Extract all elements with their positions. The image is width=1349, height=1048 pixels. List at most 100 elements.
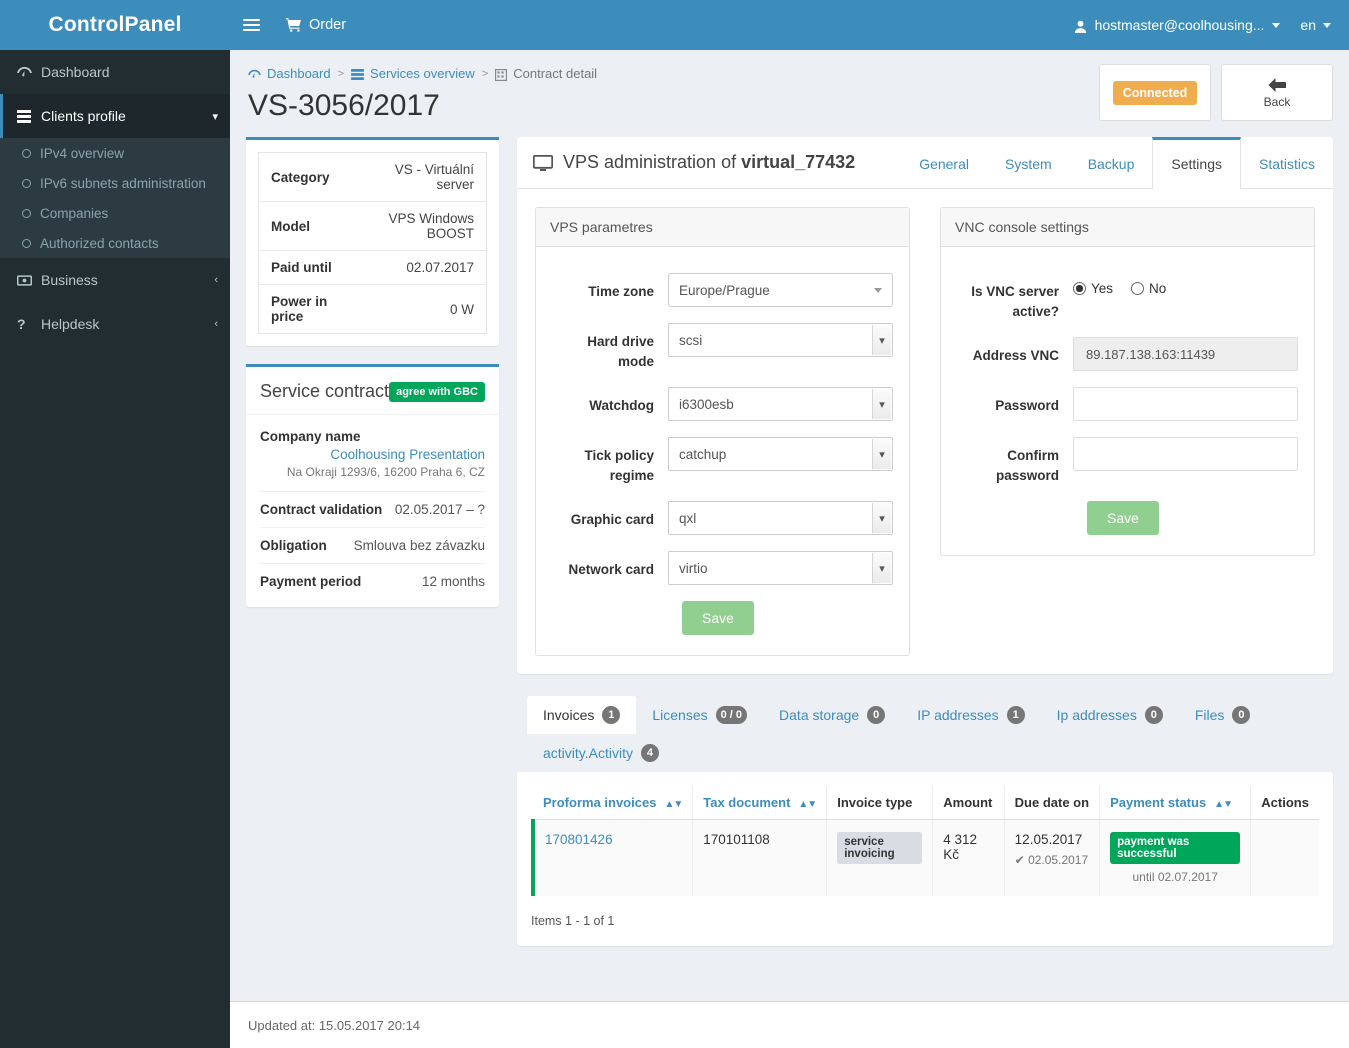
sort-icon: ▲▼	[664, 799, 683, 811]
sidebar-item-ipv6-subnets[interactable]: IPv6 subnets administration	[0, 168, 230, 198]
company-name-link[interactable]: Coolhousing Presentation	[260, 447, 485, 462]
password-input[interactable]	[1073, 387, 1298, 422]
table-header-row: Proforma invoices ▲▼ Tax document ▲▼ Invoi…	[533, 786, 1319, 821]
sidebar-subitem-label: Companies	[40, 205, 109, 221]
tab-settings[interactable]: Settings	[1152, 137, 1241, 189]
sidebar-item-companies[interactable]: Companies	[0, 198, 230, 228]
breadcrumb-link[interactable]: Dashboard	[267, 66, 331, 81]
tab-licenses[interactable]: Licenses 0 / 0	[636, 696, 763, 734]
tab-activity[interactable]: activity.Activity 4	[527, 734, 675, 772]
tab-system[interactable]: System	[987, 137, 1070, 188]
field-watchdog: Watchdog i6300esb ▾	[552, 387, 893, 422]
radio-icon	[1131, 282, 1145, 295]
tab-data-storage[interactable]: Data storage 0	[763, 696, 901, 734]
back-button[interactable]: Back	[1221, 64, 1333, 121]
cell-due-date: 12.05.2017 ✔ 02.05.2017	[1004, 819, 1101, 897]
tick-policy-select[interactable]: catchup ▾	[668, 437, 893, 472]
sidebar-item-clients-profile[interactable]: Clients profile ▾	[0, 94, 230, 138]
vps-administration-box: VPS administration of virtual_77432 Gene…	[517, 137, 1333, 675]
language-menu[interactable]: en	[1294, 17, 1349, 33]
menu-toggle-icon[interactable]	[230, 16, 272, 34]
network-card-select[interactable]: virtio ▾	[668, 551, 893, 586]
info-value: 02.07.2017	[358, 250, 487, 285]
vnc-active-yes-radio[interactable]: Yes	[1073, 281, 1113, 296]
order-button[interactable]: Order	[272, 17, 360, 33]
tab-count: 0	[1144, 706, 1163, 725]
breadcrumb-separator: >	[337, 67, 345, 80]
th-payment-status[interactable]: Payment status ▲▼	[1099, 786, 1252, 821]
service-contract-card: Service contract agree with GBC Company …	[246, 364, 499, 607]
status-note: until 02.07.2017	[1132, 870, 1218, 885]
tab-ip-addresses-2[interactable]: Ip addresses 0	[1041, 696, 1179, 734]
tab-label: Files	[1194, 707, 1225, 724]
invoices-table: Proforma invoices ▲▼ Tax document ▲▼ Invoi…	[531, 786, 1319, 897]
language-label: en	[1300, 17, 1316, 33]
chevron-left-icon: ‹	[214, 318, 218, 330]
proforma-invoice-link[interactable]: 170801426	[545, 832, 613, 847]
table-row: Paid until 02.07.2017	[258, 250, 487, 285]
cell-payment-status: payment was successful until 02.07.2017	[1099, 819, 1252, 897]
confirm-password-input[interactable]	[1073, 437, 1298, 472]
breadcrumb-item-dashboard[interactable]: Dashboard	[248, 66, 331, 81]
tab-label: Licenses	[652, 707, 708, 724]
sidebar-item-business[interactable]: Business ‹	[0, 258, 230, 302]
th-invoice-type: Invoice type	[826, 786, 934, 821]
sidebar-item-helpdesk[interactable]: ? Helpdesk ‹	[0, 302, 230, 346]
status-badge: Connected	[1112, 80, 1198, 105]
row-key: Payment period	[260, 574, 362, 589]
cell-proforma: 170801426	[531, 819, 694, 897]
user-menu[interactable]: hostmaster@coolhousing...	[1060, 17, 1295, 33]
tab-backup[interactable]: Backup	[1070, 137, 1153, 188]
payment-period-row: Payment period 12 months	[260, 564, 485, 599]
breadcrumb-item-services-overview[interactable]: Services overview	[351, 66, 475, 81]
left-column: Category VS - Virtuální server Model VPS…	[246, 137, 499, 607]
connection-status-card[interactable]: Connected	[1099, 64, 1211, 121]
tab-count: 1	[1006, 706, 1025, 725]
tab-statistics[interactable]: Statistics	[1241, 137, 1333, 188]
items-count-note: Items 1 - 1 of 1	[531, 914, 615, 929]
info-value: VS - Virtuální server	[358, 152, 487, 202]
status-badge: payment was successful	[1110, 832, 1241, 865]
time-zone-select[interactable]: Europe/Prague	[668, 273, 893, 307]
th-actions: Actions	[1250, 786, 1319, 821]
footer: Updated at: 15.05.2017 20:14	[230, 1001, 1349, 1048]
tab-ip-addresses[interactable]: IP addresses 1	[901, 696, 1040, 734]
tab-count: 4	[640, 744, 659, 763]
select-value: catchup	[679, 446, 727, 462]
field-label: Confirm password	[995, 448, 1059, 483]
field-vnc-active: Is VNC server active? Yes No	[957, 273, 1298, 321]
select-value: Europe/Prague	[679, 282, 770, 298]
app-root: ControlPanel Dashboard Clients profile ▾	[0, 0, 1349, 1048]
chevron-left-icon: ‹	[214, 274, 218, 286]
cell-tax-document: 170101108	[692, 819, 828, 897]
cart-icon	[286, 17, 302, 33]
service-contract-title: Service contract	[260, 381, 390, 401]
watchdog-select[interactable]: i6300esb ▾	[668, 387, 893, 422]
tab-label: Data storage	[779, 707, 860, 724]
tab-invoices[interactable]: Invoices 1	[527, 696, 637, 735]
sidebar-item-dashboard[interactable]: Dashboard	[0, 50, 230, 94]
brand-logo[interactable]: ControlPanel	[0, 0, 230, 50]
th-proforma-invoices[interactable]: Proforma invoices ▲▼	[533, 786, 694, 821]
field-label: Hard drive mode	[587, 334, 654, 369]
sidebar-item-authorized-contacts[interactable]: Authorized contacts	[0, 228, 230, 258]
vps-parameters-panel: VPS parametres Time zone Europe/Prague H…	[535, 207, 910, 657]
hard-drive-mode-select[interactable]: scsi ▾	[668, 323, 893, 357]
tab-files[interactable]: Files 0	[1179, 696, 1267, 734]
gbc-badge[interactable]: agree with GBC	[389, 381, 485, 402]
field-label: Tick policy regime	[584, 448, 654, 483]
sidebar-item-ipv4-overview[interactable]: IPv4 overview	[0, 138, 230, 168]
monitor-icon	[533, 152, 553, 173]
vnc-active-no-radio[interactable]: No	[1131, 281, 1166, 296]
page-actions: Connected Back	[1099, 64, 1333, 121]
save-vnc-button[interactable]: Save	[1087, 501, 1159, 536]
graphic-card-select[interactable]: qxl ▾	[668, 501, 893, 536]
breadcrumb-link[interactable]: Services overview	[370, 66, 475, 81]
chevron-down-icon: ▾	[872, 325, 891, 355]
bottom-section: Invoices 1 Licenses 0 / 0 Data storage 0	[517, 696, 1333, 947]
th-tax-document[interactable]: Tax document ▲▼	[692, 786, 828, 821]
save-parameters-button[interactable]: Save	[682, 601, 754, 636]
row-key: Contract validation	[260, 502, 383, 517]
tab-general[interactable]: General	[901, 137, 987, 188]
sidebar-item-label: Dashboard	[41, 64, 110, 80]
